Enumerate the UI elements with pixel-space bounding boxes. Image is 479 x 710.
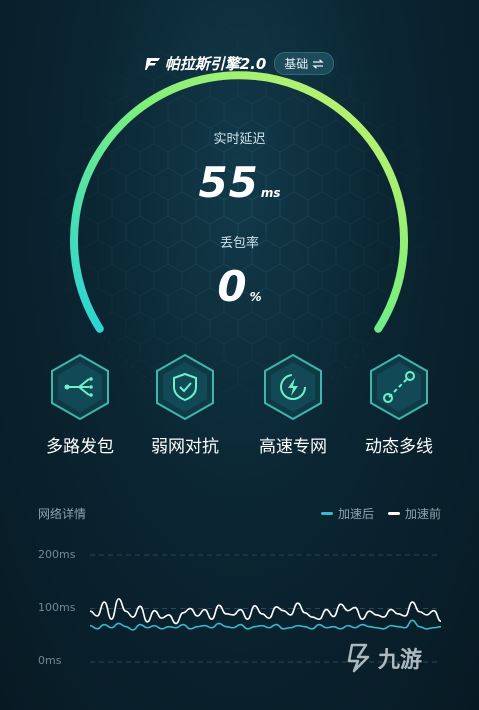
shield-check-icon bbox=[156, 353, 214, 421]
series-after-line bbox=[89, 619, 442, 631]
route-icon bbox=[370, 353, 428, 421]
feature-high-speed-network[interactable]: 高速专网 bbox=[238, 352, 348, 457]
packet-loss-value: 0% bbox=[217, 262, 262, 311]
network-details-title: 网络详情 bbox=[38, 507, 87, 521]
legend-before: 加速前 bbox=[387, 505, 441, 522]
feature-dynamic-multiline[interactable]: 动态多线 bbox=[344, 352, 454, 457]
legend-after: 加速后 bbox=[320, 505, 374, 522]
watermark-logo-icon bbox=[347, 643, 370, 673]
legend-after-swatch bbox=[320, 512, 333, 515]
engine-name: 帕拉斯引擎2.0 bbox=[144, 53, 266, 74]
lightning-icon bbox=[264, 353, 322, 421]
multipath-icon bbox=[51, 353, 109, 421]
feature-weak-network[interactable]: 弱网对抗 bbox=[130, 352, 240, 457]
watermark: 九游 bbox=[346, 642, 422, 674]
chart-legend: 加速后 加速前 bbox=[320, 505, 441, 522]
swap-icon bbox=[312, 58, 325, 69]
feature-multipath[interactable]: 多路发包 bbox=[25, 352, 135, 457]
legend-before-swatch bbox=[387, 512, 400, 515]
mode-label: 基础 bbox=[284, 57, 309, 71]
latency-label: 实时延迟 bbox=[213, 132, 266, 147]
engine-logo-icon bbox=[144, 57, 160, 70]
series-before-line bbox=[89, 598, 442, 625]
packet-loss-label: 丢包率 bbox=[219, 236, 259, 251]
engine-header: 帕拉斯引擎2.0 基础 bbox=[0, 52, 479, 75]
mode-switch-button[interactable]: 基础 bbox=[274, 52, 335, 75]
latency-value: 55 ms bbox=[198, 158, 281, 207]
